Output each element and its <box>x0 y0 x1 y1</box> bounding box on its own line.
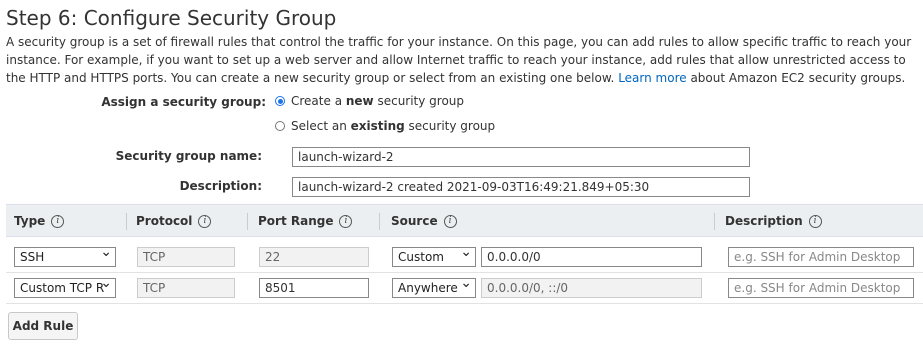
page-title: Step 6: Configure Security Group <box>6 6 337 30</box>
column-divider <box>379 213 380 230</box>
column-divider <box>247 213 248 230</box>
select-existing-label: Select an existing security group <box>291 119 496 133</box>
create-new-label: Create a new security group <box>291 94 465 108</box>
protocol-field: TCP <box>137 247 235 267</box>
rules-table-header: Type i Protocol i Port Range i Source i Desc… <box>6 204 923 237</box>
type-select[interactable]: Custom TCP R <box>14 278 116 298</box>
intro-paragraph: A security group is a set of firewall ru… <box>6 33 922 87</box>
create-new-radio[interactable] <box>275 96 285 106</box>
header-protocol: Protocol i <box>136 214 212 228</box>
source-cidr-field: 0.0.0.0/0, ::/0 <box>481 278 702 298</box>
port-range-input[interactable]: 8501 <box>259 278 369 298</box>
assign-security-group-label: Assign a security group: <box>101 95 266 109</box>
info-icon[interactable]: i <box>339 214 353 228</box>
header-description: Description i <box>725 214 822 228</box>
info-icon[interactable]: i <box>51 214 65 228</box>
row-divider <box>6 272 923 273</box>
column-divider <box>126 213 127 230</box>
add-rule-button[interactable]: Add Rule <box>8 312 78 340</box>
row-divider <box>6 303 923 304</box>
info-icon[interactable]: i <box>443 214 457 228</box>
header-source: Source i <box>391 214 457 228</box>
column-divider <box>714 213 715 230</box>
protocol-field: TCP <box>137 278 235 298</box>
port-range-field: 22 <box>259 247 369 267</box>
security-group-name-input[interactable]: launch-wizard-2 <box>292 147 750 167</box>
rule-description-input[interactable]: e.g. SSH for Admin Desktop <box>728 247 914 267</box>
header-type: Type i <box>14 214 65 228</box>
source-select[interactable]: Anywhere <box>392 278 476 298</box>
intro-tail: about Amazon EC2 security groups. <box>690 71 906 85</box>
header-port-range: Port Range i <box>258 214 353 228</box>
description-label: Description: <box>179 179 262 193</box>
select-existing-radio[interactable] <box>275 121 285 131</box>
learn-more-link[interactable]: Learn more <box>618 71 686 85</box>
source-select[interactable]: Custom <box>392 247 476 267</box>
type-select[interactable]: SSH <box>14 247 116 267</box>
create-new-option[interactable]: Create a new security group <box>275 94 464 108</box>
description-input[interactable]: launch-wizard-2 created 2021-09-03T16:49… <box>292 177 750 197</box>
select-existing-option[interactable]: Select an existing security group <box>275 119 495 133</box>
source-cidr-input[interactable]: 0.0.0.0/0 <box>481 247 702 267</box>
info-icon[interactable]: i <box>808 214 822 228</box>
rule-description-input[interactable]: e.g. SSH for Admin Desktop <box>728 278 914 298</box>
security-group-name-label: Security group name: <box>115 149 262 163</box>
info-icon[interactable]: i <box>198 214 212 228</box>
